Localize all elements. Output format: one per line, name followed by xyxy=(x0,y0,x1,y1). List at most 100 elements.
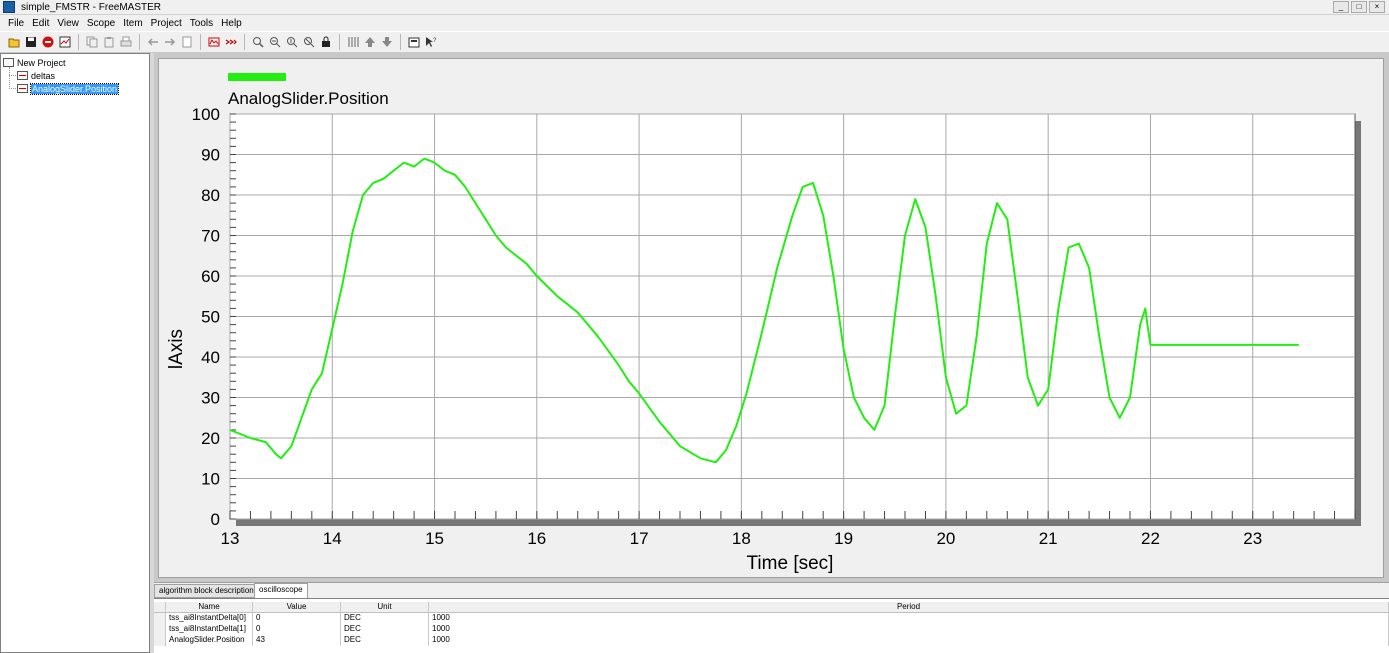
y-axis-label: lAxis xyxy=(166,329,187,369)
open-icon[interactable] xyxy=(6,34,22,50)
zoom-y-icon[interactable] xyxy=(284,34,300,50)
cell-value[interactable]: 0 xyxy=(253,613,341,624)
zoom-fit-icon[interactable] xyxy=(301,34,317,50)
up-icon[interactable] xyxy=(362,34,378,50)
toolbar-separator xyxy=(200,34,201,50)
row-header-corner xyxy=(154,602,166,612)
back-icon[interactable] xyxy=(145,34,161,50)
window-title: simple_FMSTR - FreeMASTER xyxy=(21,1,162,13)
menu-project[interactable]: Project xyxy=(147,18,186,29)
x-tick-label: 23 xyxy=(1243,529,1262,548)
cell-period: 1000 xyxy=(429,624,1389,635)
stop-icon[interactable] xyxy=(40,34,56,50)
title-bar: simple_FMSTR - FreeMASTER _ □ × xyxy=(0,0,1389,15)
menu-edit[interactable]: Edit xyxy=(28,18,53,29)
menu-scope[interactable]: Scope xyxy=(83,18,119,29)
y-tick-label: 60 xyxy=(201,267,220,286)
toolbar: ? xyxy=(0,31,1389,53)
properties-icon[interactable] xyxy=(406,34,422,50)
oscilloscope-chart[interactable]: AnalogSlider.Position 0 10 20 30 40 50 60 70 80 9… xyxy=(159,59,1385,579)
close-button[interactable]: × xyxy=(1369,1,1385,13)
tree-root-label: New Project xyxy=(17,57,66,68)
record-icon[interactable] xyxy=(206,34,222,50)
x-tick-label: 17 xyxy=(630,529,649,548)
zoom-icon[interactable] xyxy=(250,34,266,50)
cell-period: 1000 xyxy=(429,613,1389,624)
down-icon[interactable] xyxy=(379,34,395,50)
menu-view[interactable]: View xyxy=(53,18,83,29)
menu-tools[interactable]: Tools xyxy=(186,18,217,29)
y-tick-label: 70 xyxy=(201,227,220,246)
minimize-button[interactable]: _ xyxy=(1333,1,1349,13)
column-header-name[interactable]: Name xyxy=(166,602,253,612)
toolbar-separator xyxy=(400,34,401,50)
project-tree: New Project deltas AnalogSlider.Position xyxy=(0,53,150,653)
tab-bar: algorithm block description oscilloscope xyxy=(154,582,1389,598)
y-tick-label: 50 xyxy=(201,308,220,327)
y-tick-label: 40 xyxy=(201,348,220,367)
forward-icon[interactable] xyxy=(162,34,178,50)
toolbar-separator xyxy=(244,34,245,50)
x-tick-label: 18 xyxy=(732,529,751,548)
paste-icon[interactable] xyxy=(101,34,117,50)
copy-icon[interactable] xyxy=(84,34,100,50)
x-tick-label: 20 xyxy=(936,529,955,548)
lock-icon[interactable] xyxy=(318,34,334,50)
x-axis-label: Time [sec] xyxy=(747,553,834,574)
menu-help[interactable]: Help xyxy=(217,18,246,29)
tree-root[interactable]: New Project xyxy=(3,56,66,69)
variable-watch-grid: Name Value Unit Period tss_ai8InstantDel… xyxy=(154,598,1389,653)
table-row[interactable]: AnalogSlider.Position 43 DEC 1000 xyxy=(154,635,1389,646)
y-tick-label: 30 xyxy=(201,389,220,408)
oscilloscope-panel: AnalogSlider.Position 0 10 20 30 40 50 60 70 80 9… xyxy=(158,58,1384,578)
page-icon[interactable] xyxy=(179,34,195,50)
x-tick-label: 13 xyxy=(221,529,240,548)
grid-icon[interactable] xyxy=(345,34,361,50)
x-tick-label: 14 xyxy=(323,529,342,548)
help-cursor-icon[interactable]: ? xyxy=(423,34,439,50)
y-tick-label: 90 xyxy=(201,146,220,165)
maximize-button[interactable]: □ xyxy=(1351,1,1367,13)
table-row[interactable]: tss_ai8InstantDelta[0] 0 DEC 1000 xyxy=(154,613,1389,624)
cell-value[interactable]: 43 xyxy=(253,635,341,646)
tree-connector xyxy=(9,67,10,89)
x-tick-label: 19 xyxy=(834,529,853,548)
x-tick-label: 22 xyxy=(1141,529,1160,548)
menu-item[interactable]: Item xyxy=(119,18,146,29)
row-header xyxy=(154,624,166,635)
scope-icon xyxy=(17,71,28,80)
y-tick-label: 100 xyxy=(192,105,220,124)
cell-period: 1000 xyxy=(429,635,1389,646)
y-tick-label: 0 xyxy=(211,510,220,529)
toolbar-separator xyxy=(139,34,140,50)
tree-item-analogslider-position[interactable]: AnalogSlider.Position xyxy=(17,82,120,95)
column-header-unit[interactable]: Unit xyxy=(341,602,429,612)
menu-file[interactable]: File xyxy=(4,18,28,29)
x-tick-label: 15 xyxy=(425,529,444,548)
cell-unit: DEC xyxy=(341,624,429,635)
row-header xyxy=(154,635,166,646)
options-icon[interactable] xyxy=(57,34,73,50)
zoom-x-icon[interactable] xyxy=(267,34,283,50)
scope-icon xyxy=(17,84,28,93)
tree-item-deltas[interactable]: deltas xyxy=(17,69,55,82)
grid-header-row: Name Value Unit Period xyxy=(154,602,1389,613)
tab-algorithm-block-description[interactable]: algorithm block description xyxy=(154,584,259,598)
menu-bar: File Edit View Scope Item Project Tools … xyxy=(0,15,1389,31)
tab-oscilloscope[interactable]: oscilloscope xyxy=(254,583,308,598)
tree-connector xyxy=(9,75,16,76)
x-tick-label: 21 xyxy=(1039,529,1058,548)
cell-value[interactable]: 0 xyxy=(253,624,341,635)
table-row[interactable]: tss_ai8InstantDelta[1] 0 DEC 1000 xyxy=(154,624,1389,635)
y-tick-label: 10 xyxy=(201,470,220,489)
tree-connector xyxy=(9,88,16,89)
save-icon[interactable] xyxy=(23,34,39,50)
column-header-value[interactable]: Value xyxy=(253,602,341,612)
column-header-period[interactable]: Period xyxy=(429,602,1389,612)
x-tick-label: 16 xyxy=(527,529,546,548)
cell-name: tss_ai8InstantDelta[0] xyxy=(166,613,253,624)
run-icon[interactable] xyxy=(223,34,239,50)
project-icon xyxy=(3,58,14,67)
print-icon[interactable] xyxy=(118,34,134,50)
legend-swatch xyxy=(228,73,286,81)
